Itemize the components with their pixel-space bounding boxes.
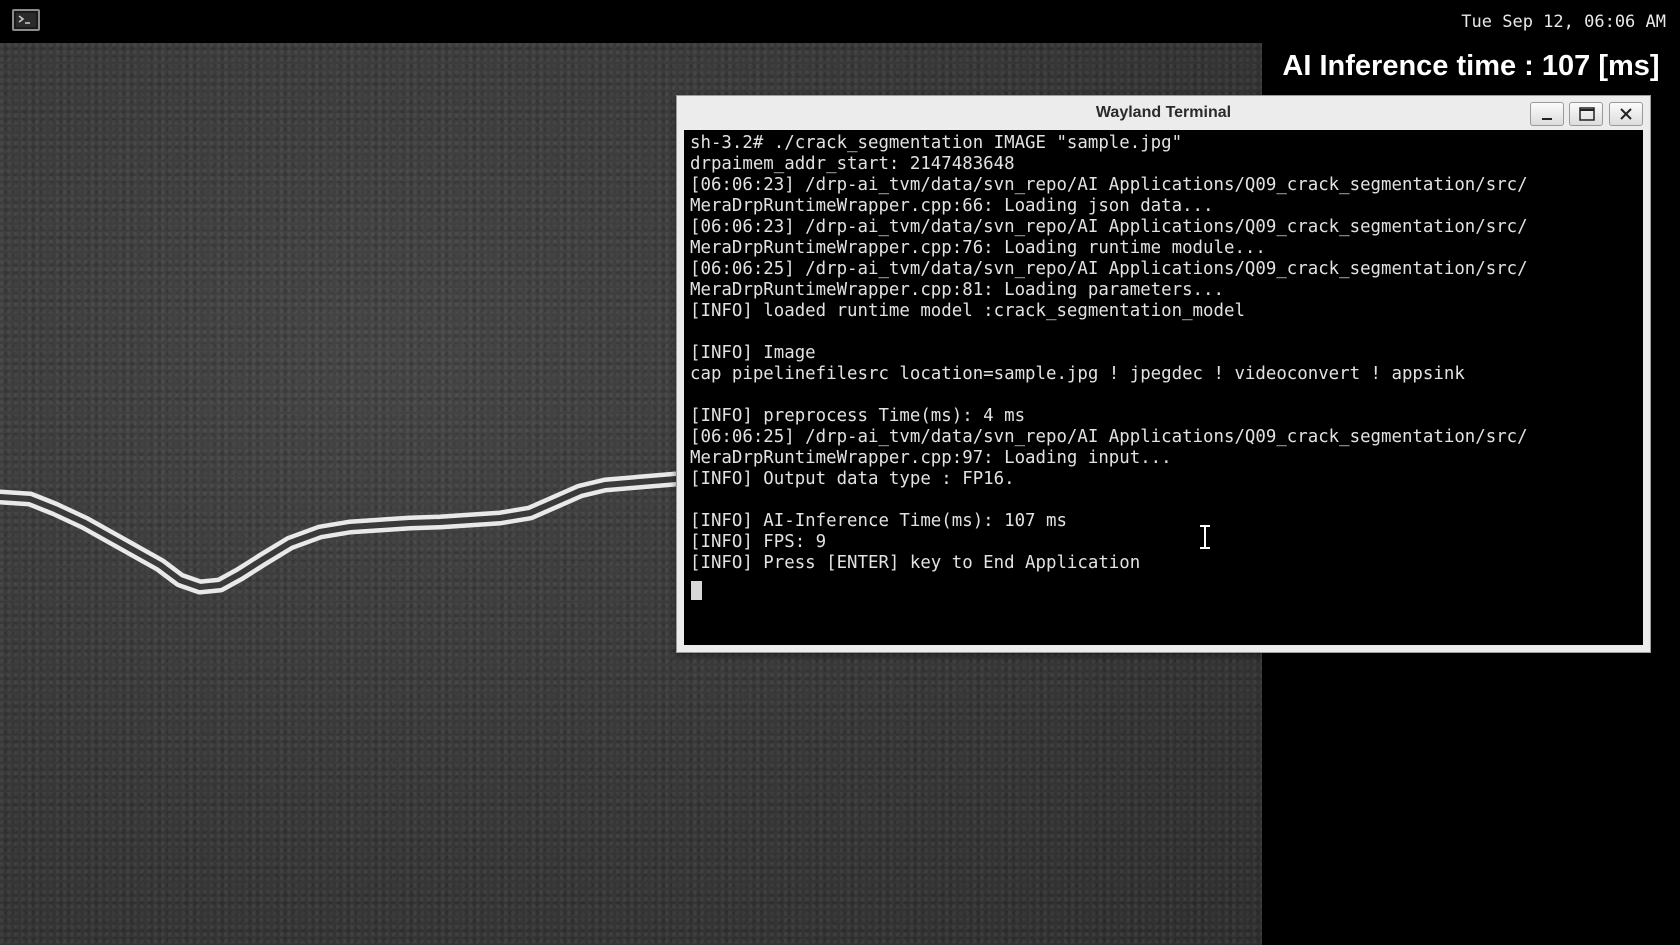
terminal-window[interactable]: Wayland Terminal sh-3.2# ./crack_segment… (676, 95, 1651, 653)
terminal-line: [INFO] Output data type : FP16. (690, 469, 1015, 489)
terminal-line: MeraDrpRuntimeWrapper.cpp:76: Loading ru… (690, 238, 1266, 258)
close-icon (1620, 108, 1632, 120)
ibeam-cursor-icon (1200, 525, 1210, 549)
terminal-line: drpaimem_addr_start: 2147483648 (690, 154, 1015, 174)
terminal-line: cap pipelinefilesrc location=sample.jpg … (690, 364, 1465, 384)
maximize-icon (1579, 107, 1595, 121)
terminal-line: sh-3.2# ./crack_segmentation IMAGE "samp… (690, 133, 1183, 153)
minimize-icon (1542, 118, 1552, 120)
terminal-line: [INFO] Image (690, 343, 816, 363)
terminal-line: MeraDrpRuntimeWrapper.cpp:97: Loading in… (690, 448, 1172, 468)
maximize-button[interactable] (1569, 102, 1603, 126)
terminal-icon[interactable] (12, 9, 40, 31)
terminal-line: [INFO] preprocess Time(ms): 4 ms (690, 406, 1026, 426)
text-cursor (691, 581, 702, 600)
terminal-line: [INFO] AI-Inference Time(ms): 107 ms (690, 511, 1067, 531)
terminal-line: [06:06:23] /drp-ai_tvm/data/svn_repo/AI … (690, 175, 1528, 195)
terminal-line: [06:06:25] /drp-ai_tvm/data/svn_repo/AI … (690, 427, 1528, 447)
terminal-output[interactable]: sh-3.2# ./crack_segmentation IMAGE "samp… (684, 130, 1643, 645)
clock: Tue Sep 12, 06:06 AM (1461, 12, 1666, 32)
top-panel: Tue Sep 12, 06:06 AM (0, 0, 1680, 43)
minimize-button[interactable] (1530, 102, 1564, 126)
terminal-line: MeraDrpRuntimeWrapper.cpp:66: Loading js… (690, 196, 1214, 216)
terminal-line: MeraDrpRuntimeWrapper.cpp:81: Loading pa… (690, 280, 1224, 300)
window-title: Wayland Terminal (1095, 104, 1232, 121)
terminal-line: [06:06:23] /drp-ai_tvm/data/svn_repo/AI … (690, 217, 1528, 237)
window-titlebar[interactable]: Wayland Terminal (677, 96, 1650, 130)
terminal-text: sh-3.2# ./crack_segmentation IMAGE "samp… (690, 133, 1528, 574)
terminal-line: [06:06:25] /drp-ai_tvm/data/svn_repo/AI … (690, 259, 1528, 279)
close-button[interactable] (1609, 102, 1643, 126)
terminal-line: [INFO] FPS: 9 (690, 532, 827, 552)
inference-time-label: AI Inference time : 107 [ms] (1282, 50, 1660, 82)
terminal-line: [INFO] Press [ENTER] key to End Applicat… (690, 553, 1141, 573)
terminal-line: [INFO] loaded runtime model :crack_segme… (690, 301, 1245, 321)
